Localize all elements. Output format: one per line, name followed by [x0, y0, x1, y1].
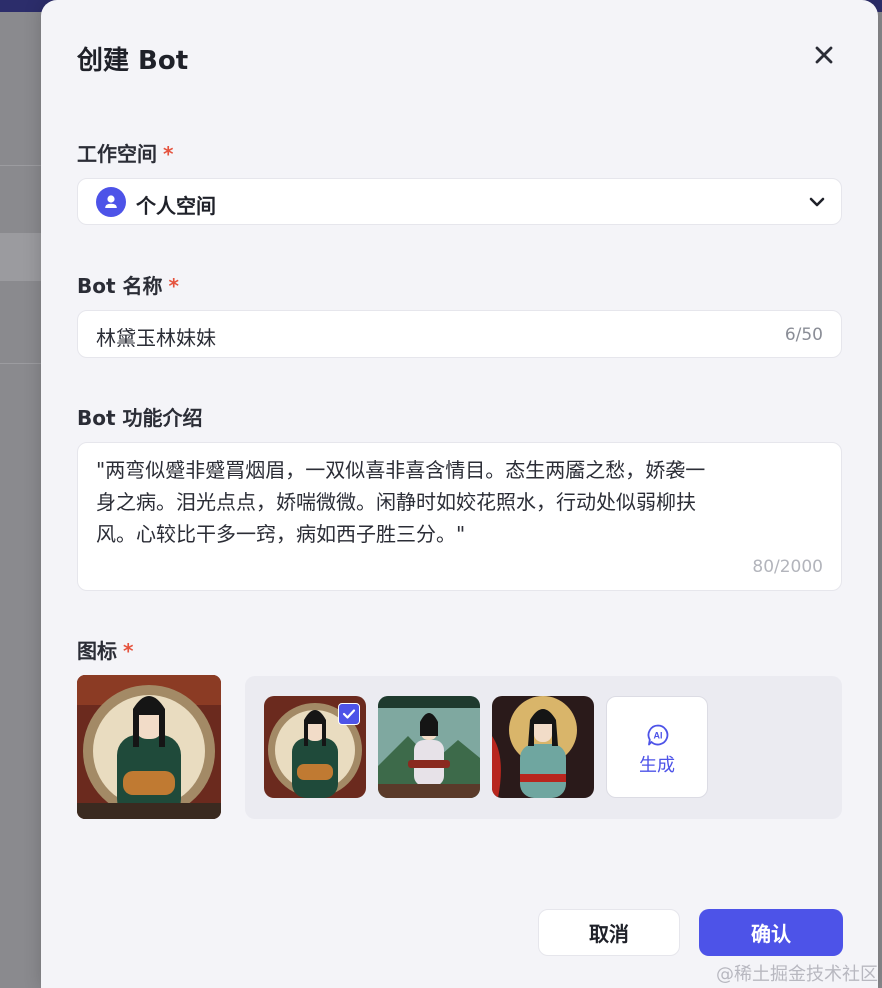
ai-generate-label: 生成: [639, 755, 675, 776]
bot-description-textarea[interactable]: "两弯似蹙非蹙罥烟眉，一双似喜非喜含情目。态生两靥之愁，娇袭一 身之病。泪光点点…: [77, 442, 842, 591]
bot-description-label: Bot 功能介绍: [77, 406, 203, 430]
bot-name-label-text: Bot 名称: [77, 274, 163, 298]
required-mark: *: [163, 142, 174, 166]
icon-label-text: 图标: [77, 639, 117, 663]
bot-name-label: Bot 名称 *: [77, 270, 179, 299]
close-icon: [815, 46, 833, 64]
create-bot-modal: 创建 Bot 工作空间 * 个人空间 Bot 名称 * 林黛玉林妹妹 6/50 Bo…: [41, 0, 878, 988]
bot-name-char-count: 6/50: [784, 325, 823, 345]
bot-description-value[interactable]: "两弯似蹙非蹙罥烟眉，一双似喜非喜含情目。态生两靥之愁，娇袭一 身之病。泪光点点…: [96, 454, 756, 550]
chevron-down-icon: [809, 197, 825, 207]
selected-icon-preview: [77, 675, 221, 819]
workspace-value: 个人空间: [136, 194, 216, 218]
portrait-image: [378, 696, 480, 798]
ai-badge-text: AI: [654, 731, 663, 741]
bot-description-char-count: 80/2000: [752, 557, 823, 577]
close-button[interactable]: [809, 40, 839, 70]
workspace-label-text: 工作空间: [77, 142, 157, 166]
required-mark: *: [123, 639, 134, 663]
selected-check-icon: [338, 703, 360, 725]
modal-title: 创建 Bot: [77, 46, 189, 76]
icon-option-2[interactable]: [378, 696, 480, 798]
portrait-image: [492, 696, 594, 798]
description-line: 风。心较比干多一窍，病如西子胜三分。": [96, 522, 466, 546]
bot-name-input[interactable]: 林黛玉林妹妹 6/50: [77, 310, 842, 358]
ai-generate-icon: AI: [647, 724, 669, 746]
portrait-image: [77, 675, 221, 819]
confirm-button[interactable]: 确认: [699, 909, 843, 956]
icon-options-panel: AI 生成: [245, 676, 842, 819]
required-mark: *: [168, 274, 179, 298]
workspace-label: 工作空间 *: [77, 138, 173, 167]
user-avatar-icon: [96, 187, 126, 217]
ai-generate-button[interactable]: AI 生成: [606, 696, 708, 798]
watermark: @稀土掘金技术社区: [716, 964, 878, 985]
description-line: 身之病。泪光点点，娇喘微微。闲静时如姣花照水，行动处似弱柳扶: [96, 490, 696, 514]
icon-label: 图标 *: [77, 635, 133, 664]
description-line: "两弯似蹙非蹙罥烟眉，一双似喜非喜含情目。态生两靥之愁，娇袭一: [96, 458, 706, 482]
icon-option-1[interactable]: [264, 696, 366, 798]
cancel-button[interactable]: 取消: [538, 909, 680, 956]
icon-option-3[interactable]: [492, 696, 594, 798]
bot-name-value[interactable]: 林黛玉林妹妹: [96, 322, 216, 351]
workspace-select[interactable]: 个人空间: [77, 178, 842, 225]
